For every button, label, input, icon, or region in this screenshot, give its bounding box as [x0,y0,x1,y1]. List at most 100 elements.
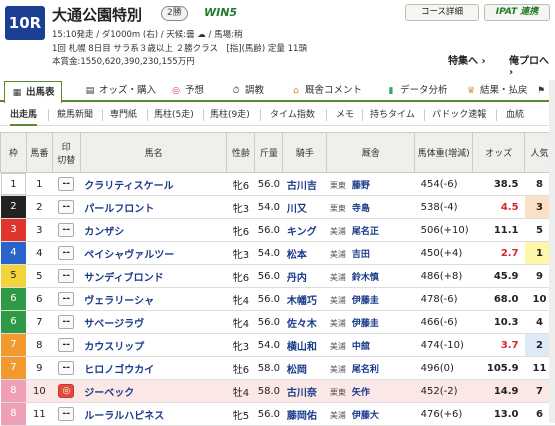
trainer-link[interactable]: 尾名利 [352,365,379,375]
trainer-link[interactable]: 伊藤圭 [352,296,379,306]
jockey-link[interactable]: 横山和 [282,333,327,357]
tab-stable-comment[interactable]: ⌂ 厩舎コメント [290,80,362,102]
trainer-link[interactable]: 伊藤大 [352,411,379,421]
subtab-mochi-time[interactable]: 持ちタイム [370,104,415,126]
horse-name-link[interactable]: ジーベック [80,379,227,403]
mark-cell: -- [52,402,81,426]
course-detail-button[interactable]: コース詳細 [405,4,479,21]
region-label: 栗東 [329,203,346,213]
mark-selector[interactable]: -- [58,338,75,352]
jockey-link[interactable]: 丹内 [282,264,327,288]
subtab-kettou[interactable]: 血統 [506,104,524,126]
subtab-shussoba[interactable]: 出走馬 [10,104,38,126]
trainer-link[interactable]: 鈴木慎 [352,273,379,283]
odds-cell[interactable]: 11.1 [472,218,525,242]
race-prize-line: 本賞金:1550,620,390,230,155万円 [52,57,195,67]
mark-selector[interactable]: -- [58,315,75,329]
subtab-memo[interactable]: メモ [336,104,354,126]
tab-chokyo[interactable]: ⏱ 調教 [230,80,264,102]
tab-yoso[interactable]: ◎ 予想 [170,80,204,102]
tab-odds[interactable]: ▤ オッズ・購入 [84,80,156,102]
odds-cell[interactable]: 38.5 [472,172,525,196]
jockey-link[interactable]: 木幡巧 [282,287,327,311]
mark-selector[interactable]: -- [58,177,75,191]
jockey-link[interactable]: 古川吉 [282,172,327,196]
table-row: 5 5 -- サンディブロンド 牝6 56.0 丹内 美浦 鈴木慎 486(+8) 45.9 9 [0,264,555,288]
kinryo-cell: 56.0 [254,218,283,242]
umaban-cell: 3 [26,218,53,242]
jockey-link[interactable]: 松本 [282,241,327,265]
odds-cell[interactable]: 14.9 [472,379,525,403]
odds-cell[interactable]: 3.7 [472,333,525,357]
mark-selector[interactable]: -- [58,246,75,260]
mark-selector[interactable]: ◎ [58,384,75,398]
mark-selector[interactable]: -- [58,292,75,306]
col-umaban: 馬番 [25,132,53,173]
jockey-link[interactable]: 松岡 [282,356,327,380]
jockey-link[interactable]: 古川奈 [282,379,327,403]
scrollbar[interactable] [549,80,555,423]
mark-selector[interactable]: -- [58,407,75,421]
odds-cell[interactable]: 4.5 [472,195,525,219]
horse-name-link[interactable]: ペイシャヴァルツー [80,241,227,265]
trainer-link[interactable]: 寺島 [352,204,370,214]
mark-selector[interactable]: -- [58,361,75,375]
horse-name-link[interactable]: サベージラヴ [80,310,227,334]
jockey-link[interactable]: 藤岡佑 [282,402,327,426]
horse-name-link[interactable]: カウスリップ [80,333,227,357]
horse-name-link[interactable]: サンディブロンド [80,264,227,288]
trainer-link[interactable]: 尾名正 [352,227,379,237]
jockey-link[interactable]: 川又 [282,195,327,219]
weight-cell: 454(-6) [414,172,473,196]
subtab-time-index[interactable]: タイム指数 [270,104,315,126]
tab-shutsuba[interactable]: ▦ 出馬表 [4,81,62,103]
horse-name-link[interactable]: ヒロノゴウカイ [80,356,227,380]
odds-cell[interactable]: 10.3 [472,310,525,334]
divider [260,109,261,121]
trainer-link[interactable]: 伊藤圭 [352,319,379,329]
divider [496,109,497,121]
jockey-link[interactable]: キング [282,218,327,242]
horse-name-link[interactable]: パールフロント [80,195,227,219]
mark-selector[interactable]: -- [58,269,75,283]
trainer-link[interactable]: 中舘 [352,342,370,352]
divider [147,109,148,121]
special-feature-link[interactable]: 特集へ › [448,52,486,67]
mark-selector[interactable]: -- [58,223,75,237]
sexage-cell: 牝3 [226,195,255,219]
odds-cell[interactable]: 13.0 [472,402,525,426]
table-row: 4 4 -- ペイシャヴァルツー 牝3 54.0 松本 美浦 吉田 450(+4) 2.7 1 [0,241,555,265]
divider [48,109,49,121]
odds-cell[interactable]: 105.9 [472,356,525,380]
horse-name-link[interactable]: ヴェラリーシャ [80,287,227,311]
trainer-link[interactable]: 矢作 [352,388,370,398]
waku-badge: 6 [0,311,27,333]
horse-name-link[interactable]: クラリティスケール [80,172,227,196]
ipat-link-button[interactable]: IPAT 連携 [484,4,550,21]
subtab-keiba-shinbun[interactable]: 競馬新聞 [57,104,93,126]
trainer-link[interactable]: 藤野 [352,181,370,191]
mark-selector[interactable]: -- [58,200,75,214]
jockey-link[interactable]: 佐々木 [282,310,327,334]
subtab-umabashira5[interactable]: 馬柱(5走) [154,104,194,126]
odds-cell[interactable]: 68.0 [472,287,525,311]
tab-result[interactable]: ♛ 結果・払戻 [465,80,528,102]
subtab-umabashira9[interactable]: 馬柱(9走) [210,104,250,126]
odds-cell[interactable]: 45.9 [472,264,525,288]
sexage-cell: 牝3 [226,241,255,265]
horse-name-link[interactable]: カンザシ [80,218,227,242]
col-kirikae-label[interactable]: 切替 [57,156,75,166]
target-icon: ◎ [172,86,180,96]
waku-badge: 1 [0,173,27,195]
trainer-link[interactable]: 吉田 [352,250,370,260]
odds-cell[interactable]: 2.7 [472,241,525,265]
tab-data-analysis[interactable]: ▮ データ分析 [385,80,448,102]
ore-pro-link[interactable]: 俺プロへ › [509,52,555,78]
horse-name-link[interactable]: ルーラルハピネス [80,402,227,426]
divider [362,109,363,121]
table-row: 6 7 -- サベージラヴ 牝4 56.0 佐々木 美浦 伊藤圭 466(-6) 10.3 4 [0,310,555,334]
subtab-paddock[interactable]: パドック速報 [432,104,486,126]
table-header-row: 枠 馬番 印 切替 馬名 性齢 斤量 騎手 厩舎 馬体重(増減) オッズ 人気 [0,132,555,173]
subtab-senmonshi[interactable]: 専門紙 [110,104,137,126]
mark-cell: -- [52,172,81,196]
